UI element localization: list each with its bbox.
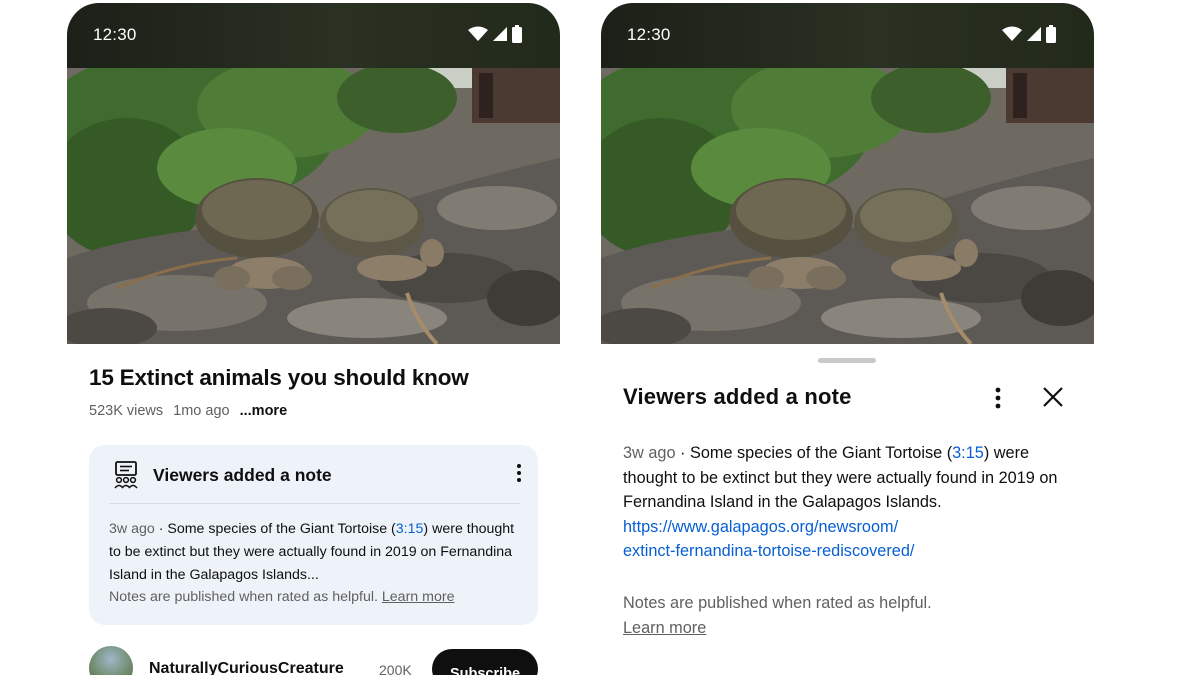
note-age: 3w ago bbox=[623, 444, 676, 462]
viewer-note-card[interactable]: Viewers added a note 3w ago · Some speci… bbox=[89, 445, 538, 625]
sheet-footer-text: Notes are published when rated as helpfu… bbox=[623, 594, 932, 612]
status-bar: 12:30 bbox=[67, 3, 560, 68]
note-text-start: Some species of the Giant Tortoise ( bbox=[167, 521, 396, 537]
wifi-icon bbox=[1002, 26, 1022, 41]
source-link-line1[interactable]: https://www.galapagos.org/newsroom/ bbox=[623, 518, 898, 536]
view-count: 523K views bbox=[89, 403, 164, 419]
battery-icon bbox=[512, 25, 522, 43]
note-header: Viewers added a note bbox=[113, 461, 332, 489]
battery-icon bbox=[1046, 25, 1056, 43]
status-time: 12:30 bbox=[93, 25, 137, 44]
timestamp-link[interactable]: 3:15 bbox=[396, 521, 424, 537]
upload-age: 1mo ago bbox=[173, 403, 230, 419]
more-link[interactable]: ...more bbox=[240, 403, 288, 419]
learn-more-link[interactable]: Learn more bbox=[382, 589, 455, 605]
note-text-start: Some species of the Giant Tortoise ( bbox=[689, 444, 953, 462]
avatar[interactable] bbox=[89, 646, 133, 675]
close-icon[interactable] bbox=[1041, 385, 1065, 409]
phone-right: 12:30 Viewers added a note 3w ago · Some… bbox=[601, 3, 1094, 675]
status-bar: 12:30 bbox=[601, 3, 1094, 68]
source-link-line2[interactable]: extinct-fernandina-tortoise-rediscovered… bbox=[623, 542, 914, 560]
learn-more-link[interactable]: Learn more bbox=[623, 619, 706, 637]
community-notes-icon bbox=[114, 461, 138, 489]
note-footer: Notes are published when rated as helpfu… bbox=[109, 589, 454, 605]
more-vert-icon[interactable] bbox=[994, 386, 1002, 410]
note-age: 3w ago bbox=[109, 521, 155, 537]
cellular-signal-icon bbox=[493, 27, 507, 41]
cellular-signal-icon bbox=[1027, 27, 1041, 41]
sheet-footer: Notes are published when rated as helpfu… bbox=[623, 591, 932, 640]
phone-left: 12:30 15 Extinct animals you should know… bbox=[67, 3, 560, 675]
note-divider bbox=[109, 503, 520, 504]
note-title: Viewers added a note bbox=[153, 464, 332, 485]
note-footer-text: Notes are published when rated as helpfu… bbox=[109, 589, 378, 605]
video-player[interactable] bbox=[601, 68, 1094, 344]
video-title[interactable]: 15 Extinct animals you should know bbox=[89, 365, 469, 391]
drag-handle[interactable] bbox=[818, 358, 876, 363]
status-time: 12:30 bbox=[627, 25, 671, 44]
more-vert-icon[interactable] bbox=[516, 463, 522, 483]
status-icons bbox=[1002, 25, 1056, 43]
timestamp-link[interactable]: 3:15 bbox=[952, 444, 984, 462]
note-bottom-sheet: Viewers added a note 3w ago · Some speci… bbox=[601, 346, 1094, 675]
sheet-title: Viewers added a note bbox=[623, 384, 852, 409]
channel-row: NaturallyCuriousCreature 200K Subscribe bbox=[89, 646, 538, 675]
sheet-note-text: 3w ago · Some species of the Giant Torto… bbox=[623, 444, 1058, 561]
subscriber-count: 200K bbox=[379, 662, 412, 675]
video-meta: 523K views 1mo ago ...more bbox=[89, 403, 287, 419]
video-player[interactable] bbox=[67, 68, 560, 344]
note-text: 3w ago · Some species of the Giant Torto… bbox=[109, 521, 515, 583]
channel-name[interactable]: NaturallyCuriousCreature bbox=[149, 660, 344, 675]
wifi-icon bbox=[468, 26, 488, 41]
source-link[interactable]: https://www.galapagos.org/newsroom/extin… bbox=[623, 518, 914, 561]
subscribe-button[interactable]: Subscribe bbox=[432, 649, 538, 675]
status-icons bbox=[468, 25, 522, 43]
